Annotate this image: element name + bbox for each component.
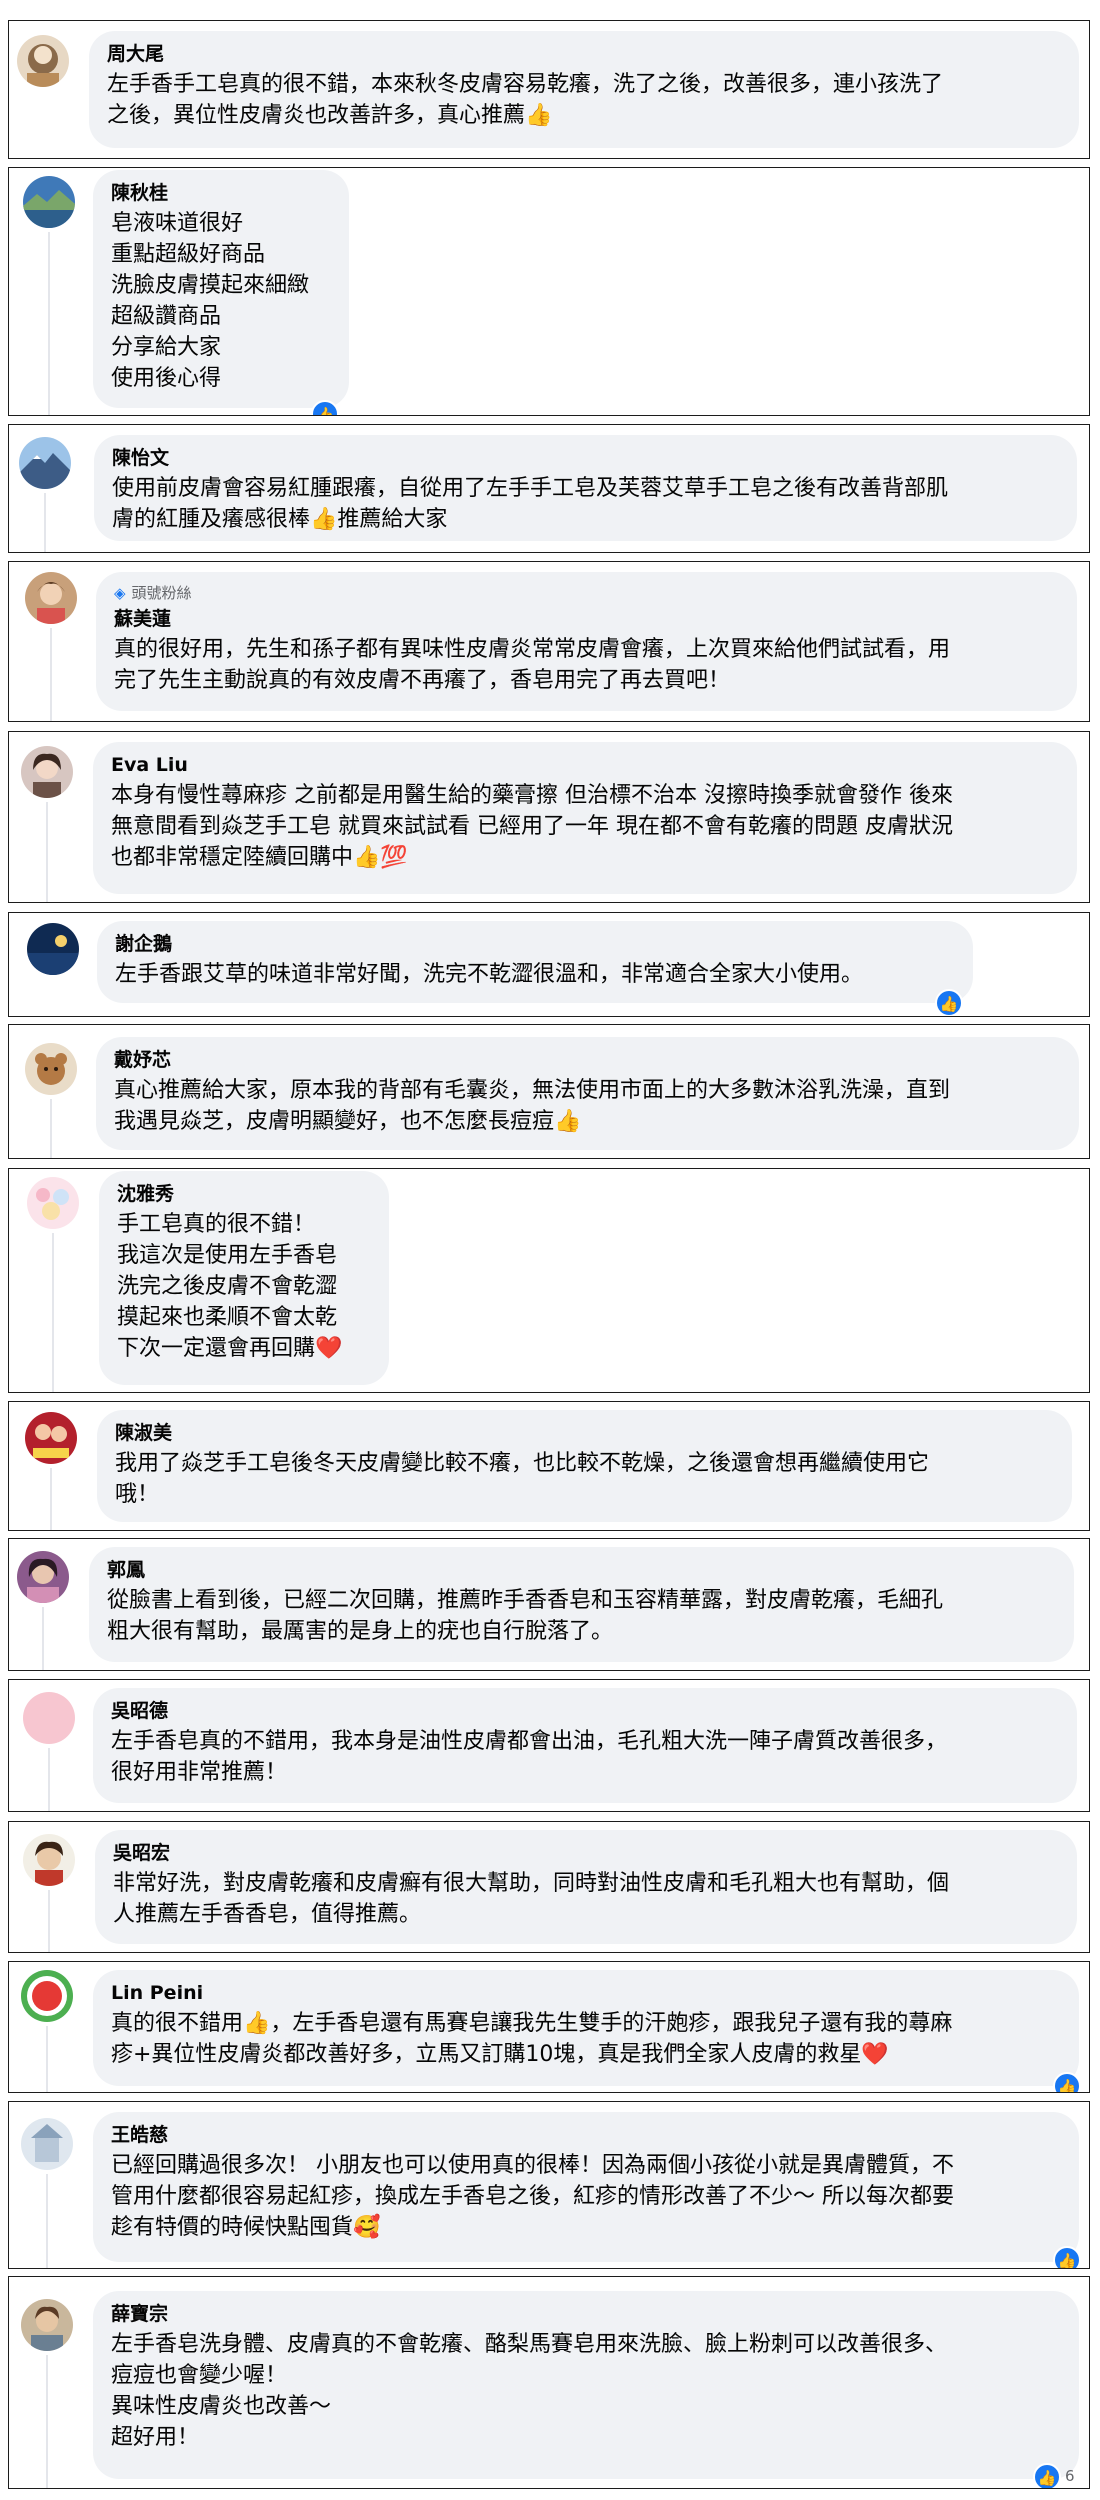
comment-card: 戴妤芯 真心推薦給大家，原本我的背部有毛囊炎，無法使用市面上的大多數沐浴乳洗澡，… [8,1024,1090,1159]
commenter-name[interactable]: 王皓慈 [111,2122,1055,2148]
commenter-name[interactable]: Eva Liu [111,752,1053,778]
top-fan-badge: ◈ 頭號粉絲 [114,582,1053,604]
comment-bubble: 吳昭德 左手香皂真的不錯用，我本身是油性皮膚都會出油，毛孔粗大洗一陣子膚質改善很… [93,1688,1077,1803]
comment-text: 左手香皂真的不錯用，我本身是油性皮膚都會出油，毛孔粗大洗一陣子膚質改善很多， 很… [111,1729,948,1785]
avatar[interactable] [25,1412,77,1464]
commenter-name[interactable]: 蘇美蓮 [114,606,1053,632]
comment-bubble: 沈雅秀 手工皂真的很不錯！ 我這次是使用左手香皂 洗完之後皮膚不會乾澀 摸起來也… [99,1171,389,1385]
avatar[interactable] [27,1177,79,1229]
comment-card: 沈雅秀 手工皂真的很不錯！ 我這次是使用左手香皂 洗完之後皮膚不會乾澀 摸起來也… [8,1168,1090,1393]
thread-line [48,232,50,415]
thumbs-up-icon[interactable]: 👍 [935,989,963,1016]
comment-card: 吳昭德 左手香皂真的不錯用，我本身是油性皮膚都會出油，毛孔粗大洗一陣子膚質改善很… [8,1679,1090,1812]
comment-text: 左手香手工皂真的很不錯，本來秋冬皮膚容易乾癢，洗了之後，改善很多，連小孩洗了 之… [107,72,944,128]
thread-line [46,2174,48,2268]
thread-line [46,2026,48,2092]
thread-line [44,493,46,552]
comment-text: 左手香皂洗身體、皮膚真的不會乾癢、酪梨馬賽皂用來洗臉、臉上粉刺可以改善很多、 痘… [111,2332,948,2450]
thread-line [50,628,52,721]
comment-card: 薛寶宗 左手香皂洗身體、皮膚真的不會乾癢、酪梨馬賽皂用來洗臉、臉上粉刺可以改善很… [8,2276,1090,2489]
commenter-name[interactable]: 陳秋桂 [111,180,325,206]
thread-line [42,1607,44,1670]
thumbs-up-icon[interactable]: 👍 [1053,2072,1081,2092]
comment-card: 王皓慈 已經回購過很多次！ 小朋友也可以使用真的很棒！因為兩個小孩從小就是異膚體… [8,2101,1090,2269]
comment-text: 從臉書上看到後，已經二次回購，推薦昨手香香皂和玉容精華露，對皮膚乾癢，毛細孔 粗… [107,1588,944,1644]
comment-card: 周大尾 左手香手工皂真的很不錯，本來秋冬皮膚容易乾癢，洗了之後，改善很多，連小孩… [8,20,1090,159]
comment-card: 謝企鵝 左手香跟艾草的味道非常好聞，洗完不乾澀很溫和，非常適合全家大小使用。 👍 [8,912,1090,1017]
commenter-name[interactable]: 陳淑美 [115,1420,1048,1446]
thread-line [48,1748,50,1811]
comment-card: 吳昭宏 非常好洗，對皮膚乾癢和皮膚癬有很大幫助，同時對油性皮膚和毛孔粗大也有幫助… [8,1821,1090,1953]
comment-card: 郭鳳 從臉書上看到後，已經二次回購，推薦昨手香香皂和玉容精華露，對皮膚乾癢，毛細… [8,1538,1090,1671]
avatar[interactable] [21,746,73,798]
commenter-name[interactable]: 吳昭宏 [113,1840,1053,1866]
avatar[interactable] [19,437,71,489]
comment-card: Lin Peini 真的很不錯用👍，左手香皂還有馬賽皂讓我先生雙手的汗皰疹，跟我… [8,1961,1090,2093]
commenter-name[interactable]: 郭鳳 [107,1557,1050,1583]
thread-line [46,2355,48,2488]
commenter-name[interactable]: 陳怡文 [112,445,1053,471]
commenter-name[interactable]: 薛寶宗 [111,2301,1055,2327]
comment-bubble: 陳怡文 使用前皮膚會容易紅腫跟癢，自從用了左手手工皂及芙蓉艾草手工皂之後有改善背… [94,435,1077,541]
avatar[interactable] [25,572,77,624]
avatar[interactable] [23,1692,75,1744]
avatar[interactable] [23,176,75,228]
avatar[interactable] [21,2299,73,2351]
avatar[interactable] [21,1970,73,2022]
thread-line [48,1890,50,1952]
comment-text: 已經回購過很多次！ 小朋友也可以使用真的很棒！因為兩個小孩從小就是異膚體質，不 … [111,2153,954,2240]
comment-bubble: ◈ 頭號粉絲 蘇美蓮 真的很好用，先生和孫子都有異味性皮膚炎常常皮膚會癢，上次買來… [96,572,1077,711]
avatar[interactable] [25,1043,77,1095]
comment-bubble: 戴妤芯 真心推薦給大家，原本我的背部有毛囊炎，無法使用市面上的大多數沐浴乳洗澡，… [96,1037,1079,1150]
comment-text: 真心推薦給大家，原本我的背部有毛囊炎，無法使用市面上的大多數沐浴乳洗澡，直到 我… [114,1078,951,1134]
comment-text: 真的很好用，先生和孫子都有異味性皮膚炎常常皮膚會癢，上次買來給他們試試看，用 完… [114,637,951,693]
commenter-name[interactable]: 謝企鵝 [115,931,949,957]
comment-card: ◈ 頭號粉絲 蘇美蓮 真的很好用，先生和孫子都有異味性皮膚炎常常皮膚會癢，上次買來… [8,561,1090,722]
comment-text: 手工皂真的很不錯！ 我這次是使用左手香皂 洗完之後皮膚不會乾澀 摸起來也柔順不會… [117,1212,343,1361]
thread-line [50,1099,52,1158]
comment-bubble: 陳秋桂 皂液味道很好 重點超級好商品 洗臉皮膚摸起來細緻 超級讚商品 分享給大家… [93,170,349,408]
commenter-name[interactable]: 吳昭德 [111,1698,1053,1724]
comment-bubble: 謝企鵝 左手香跟艾草的味道非常好聞，洗完不乾澀很溫和，非常適合全家大小使用。 [97,921,973,1003]
comment-bubble: 周大尾 左手香手工皂真的很不錯，本來秋冬皮膚容易乾癢，洗了之後，改善很多，連小孩… [89,31,1079,148]
comment-card: 陳秋桂 皂液味道很好 重點超級好商品 洗臉皮膚摸起來細緻 超級讚商品 分享給大家… [8,167,1090,416]
comment-text: 使用前皮膚會容易紅腫跟癢，自從用了左手手工皂及芙蓉艾草手工皂之後有改善背部肌 膚… [112,476,949,532]
thumbs-up-icon[interactable]: 👍 [1053,2246,1081,2268]
commenter-name[interactable]: Lin Peini [111,1980,1055,2006]
comment-card: 陳怡文 使用前皮膚會容易紅腫跟癢，自從用了左手手工皂及芙蓉艾草手工皂之後有改善背… [8,424,1090,553]
thread-line [52,1233,54,1392]
comment-bubble: Lin Peini 真的很不錯用👍，左手香皂還有馬賽皂讓我先生雙手的汗皰疹，跟我… [93,1970,1079,2086]
comment-bubble: 王皓慈 已經回購過很多次！ 小朋友也可以使用真的很棒！因為兩個小孩從小就是異膚體… [93,2112,1079,2262]
commenter-name[interactable]: 周大尾 [107,41,1055,67]
comment-text: 真的很不錯用👍，左手香皂還有馬賽皂讓我先生雙手的汗皰疹，跟我兒子還有我的蕁麻 疹… [111,2011,953,2067]
comment-bubble: 吳昭宏 非常好洗，對皮膚乾癢和皮膚癬有很大幫助，同時對油性皮膚和毛孔粗大也有幫助… [95,1830,1077,1944]
avatar[interactable] [17,35,69,87]
thread-line [46,802,48,902]
top-fan-label: 頭號粉絲 [131,584,192,602]
comment-text: 非常好洗，對皮膚乾癢和皮膚癬有很大幫助，同時對油性皮膚和毛孔粗大也有幫助，個 人… [113,1871,950,1927]
comment-text: 本身有慢性蕁麻疹 之前都是用醫生給的藥膏擦 但治標不治本 沒擦時換季就會發作 後… [111,783,953,870]
comment-bubble: 薛寶宗 左手香皂洗身體、皮膚真的不會乾癢、酪梨馬賽皂用來洗臉、臉上粉刺可以改善很… [93,2291,1079,2479]
comment-text: 我用了焱芝手工皂後冬天皮膚變比較不癢，也比較不乾燥，之後還會想再繼續使用它 哦！ [115,1451,930,1507]
comment-text: 皂液味道很好 重點超級好商品 洗臉皮膚摸起來細緻 超級讚商品 分享給大家 使用後… [111,211,310,391]
avatar[interactable] [23,1834,75,1886]
comment-card: 陳淑美 我用了焱芝手工皂後冬天皮膚變比較不癢，也比較不乾燥，之後還會想再繼續使用… [8,1401,1090,1531]
comment-card: Eva Liu 本身有慢性蕁麻疹 之前都是用醫生給的藥膏擦 但治標不治本 沒擦時… [8,731,1090,903]
reaction-count: 6 [1065,2467,1075,2485]
comment-bubble: 陳淑美 我用了焱芝手工皂後冬天皮膚變比較不癢，也比較不乾燥，之後還會想再繼續使用… [97,1410,1072,1522]
diamond-icon: ◈ [114,584,126,602]
thumbs-up-icon[interactable]: 👍 [1033,2463,1061,2488]
comment-text: 左手香跟艾草的味道非常好聞，洗完不乾澀很溫和，非常適合全家大小使用。 [115,962,864,987]
avatar[interactable] [27,923,79,975]
commenter-name[interactable]: 沈雅秀 [117,1181,365,1207]
thread-line [50,1468,52,1530]
avatar[interactable] [21,2118,73,2170]
avatar[interactable] [17,1551,69,1603]
commenter-name[interactable]: 戴妤芯 [114,1047,1055,1073]
comment-bubble: 郭鳳 從臉書上看到後，已經二次回購，推薦昨手香香皂和玉容精華露，對皮膚乾癢，毛細… [89,1547,1074,1662]
comment-bubble: Eva Liu 本身有慢性蕁麻疹 之前都是用醫生給的藥膏擦 但治標不治本 沒擦時… [93,742,1077,894]
